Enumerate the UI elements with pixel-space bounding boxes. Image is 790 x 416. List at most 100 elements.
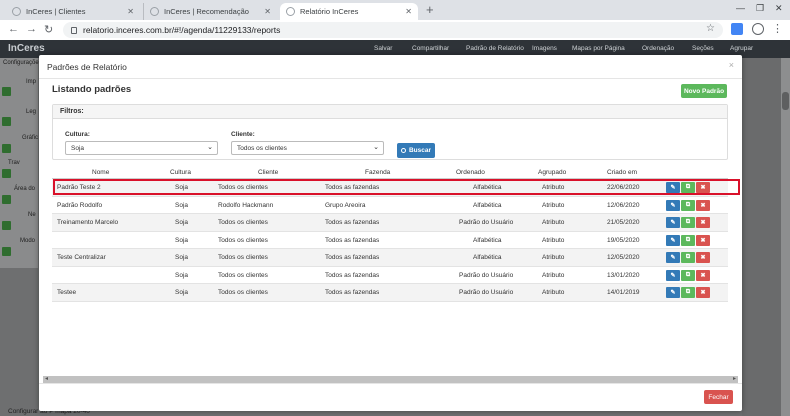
cell-cliente: Todos os clientes [218,236,268,244]
close-button[interactable]: Fechar [704,390,733,404]
search-button[interactable]: Buscar [397,143,435,158]
page-scrollbar[interactable] [781,58,790,416]
delete-icon[interactable]: ✖ [696,252,710,263]
col-nome: Nome [92,169,110,176]
copy-icon[interactable]: ⧉ [681,199,695,211]
close-tab-icon[interactable]: ✕ [127,7,134,16]
cell-nome: Teste Centralizar [57,254,106,261]
cell-ordenado: Padrão do Usuário [459,271,514,279]
section-title: Listando padrões [52,84,132,95]
table-row: Treinamento Marcelo Soja Todos os clientes… [52,214,728,232]
bookmark-star-icon[interactable]: ☆ [706,23,715,34]
menu-salvar[interactable]: Salvar [374,45,392,52]
browser-tab-clientes[interactable]: InCeres | Clientes ✕ [6,3,140,20]
menu-mapas[interactable]: Mapas por Página [572,45,625,52]
close-window-icon[interactable]: ✕ [775,3,783,14]
cultura-value: Soja [71,145,85,152]
side-checkbox[interactable] [2,169,11,178]
browser-tab-strip: InCeres | Clientes ✕ InCeres | Recomenda… [0,0,790,20]
filters-title: Filtros: [60,108,84,115]
translate-extension-icon[interactable] [731,23,743,35]
cell-fazenda: Todos as fazendas [325,236,380,244]
side-checkbox[interactable] [2,195,11,204]
edit-icon[interactable]: ✎ [666,234,680,246]
edit-icon[interactable]: ✎ [666,269,680,281]
side-checkbox[interactable] [2,117,11,126]
edit-icon[interactable]: ✎ [666,217,680,228]
close-tab-icon[interactable]: ✕ [264,7,271,16]
edit-icon[interactable]: ✎ [666,199,680,211]
delete-icon[interactable]: ✖ [696,199,710,211]
delete-icon[interactable]: ✖ [696,234,710,246]
back-icon[interactable]: ← [8,23,19,35]
side-label: Área do [14,186,36,192]
copy-icon[interactable]: ⧉ [681,287,695,298]
cell-agrupado: Atributo [542,271,565,279]
side-label: Imp [26,79,37,85]
side-checkbox[interactable] [2,221,11,230]
cliente-select[interactable]: Todos os clientes ⌄ [231,141,384,155]
col-cultura: Cultura [170,169,191,176]
menu-ordenacao[interactable]: Ordenação [642,45,674,52]
chevron-down-icon: ⌄ [373,144,379,151]
delete-icon[interactable]: ✖ [696,269,710,281]
menu-compartilhar[interactable]: Compartilhar [412,45,449,52]
delete-icon[interactable]: ✖ [696,287,710,298]
cell-fazenda: Todos as fazendas [325,219,380,226]
table-row: Soja Todos os clientes Todos as fazendas Al… [52,232,728,249]
copy-icon[interactable]: ⧉ [681,269,695,281]
config-side-panel: Configurações Imp Leg Gráfic Trav Área d… [0,58,42,268]
edit-icon[interactable]: ✎ [666,287,680,298]
row-actions: ✎ ⧉ ✖ [666,252,710,263]
menu-padrao[interactable]: Padrão de Relatório [466,45,524,52]
menu-imagens[interactable]: Imagens [532,45,557,52]
menu-secoes[interactable]: Seções [692,45,714,52]
browser-tab-relatorio[interactable]: Relatório InCeres ✕ [280,3,418,20]
delete-icon[interactable]: ✖ [696,217,710,228]
search-button-label: Buscar [408,147,432,154]
reload-icon[interactable]: ↻ [44,23,53,36]
side-checkbox[interactable] [2,87,11,96]
maximize-icon[interactable]: ❐ [756,3,764,14]
minimize-icon[interactable]: — [736,3,745,13]
browser-toolbar: ← → ↻ relatorio.inceres.com.br/#!/agenda… [0,20,790,40]
cell-criado: 12/05/2020 [607,254,640,261]
table-row: Testee Soja Todos os clientes Todos as faze… [52,284,728,302]
modal-close-icon[interactable]: × [729,60,734,70]
cell-cultura: Soja [175,219,189,226]
row-actions: ✎ ⧉ ✖ [666,234,710,246]
favicon-icon [286,7,295,16]
browser-tab-recomendacao[interactable]: InCeres | Recomendação ✕ [143,3,277,20]
copy-icon[interactable]: ⧉ [681,217,695,228]
new-template-button[interactable]: Novo Padrão [681,84,727,98]
side-checkbox[interactable] [2,144,11,153]
cell-nome: Padrão Rodolfo [57,201,103,209]
tab-label: Relatório InCeres [300,7,359,16]
forward-icon[interactable]: → [26,23,37,35]
close-tab-icon[interactable]: ✕ [405,7,412,16]
cell-cultura: Soja [175,201,189,209]
cell-ordenado: Alfabética [473,201,502,209]
cell-fazenda: Grupo Areoira [325,201,366,209]
side-checkbox[interactable] [2,247,11,256]
col-ordenado: Ordenado [456,169,485,176]
filters-header: Filtros: [53,105,727,119]
config-title: Configurações [3,60,42,66]
copy-icon[interactable]: ⧉ [681,252,695,263]
profile-icon[interactable] [752,23,764,35]
cell-fazenda: Todos as fazendas [325,254,380,261]
scroll-left-icon[interactable]: ◂ [45,375,48,382]
new-tab-icon[interactable]: + [426,3,434,17]
menu-agrupar[interactable]: Agrupar [730,45,753,52]
address-bar[interactable]: relatorio.inceres.com.br/#!/agenda/11229… [63,22,723,38]
copy-icon[interactable]: ⧉ [681,234,695,246]
horizontal-scrollbar[interactable]: ◂ ▸ [43,376,738,383]
menu-dots-icon[interactable]: ⋮ [772,22,783,35]
side-label: Leg [26,109,37,115]
search-icon [400,148,406,153]
scroll-right-icon[interactable]: ▸ [733,375,736,382]
page-scrollbar-thumb[interactable] [782,92,789,110]
cultura-select[interactable]: Soja ⌄ [65,141,218,155]
edit-icon[interactable]: ✎ [666,252,680,263]
cell-cliente: Rodolfo Hackmann [218,201,274,209]
